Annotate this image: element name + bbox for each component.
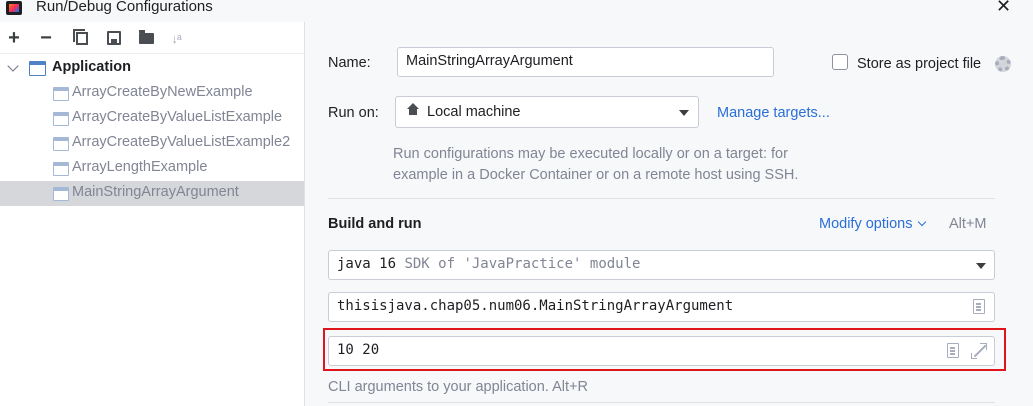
- manage-targets-link[interactable]: Manage targets...: [717, 105, 830, 121]
- tree-root-application[interactable]: Application: [0, 56, 304, 81]
- move-to-folder-button[interactable]: [136, 28, 156, 48]
- sdk-value: java 16 SDK of 'JavaPractice' module: [337, 256, 640, 272]
- highlight-box: [323, 328, 1006, 371]
- config-icon: [53, 187, 69, 201]
- store-as-project-file-checkbox[interactable]: [832, 54, 848, 70]
- config-icon: [53, 137, 69, 151]
- gear-icon[interactable]: [995, 56, 1011, 72]
- name-label: Name:: [328, 55, 371, 71]
- window-title: Run/Debug Configurations: [36, 0, 213, 15]
- browse-class-icon[interactable]: [973, 299, 985, 314]
- tree-item-label: ArrayLengthExample: [72, 159, 208, 175]
- main-class-value: thisisjava.chap05.num06.MainStringArrayA…: [337, 298, 734, 314]
- run-on-hint-line-1: Run configurations may be executed local…: [393, 146, 788, 162]
- minus-icon: −: [40, 26, 52, 49]
- sdk-detail: SDK of 'JavaPractice' module: [404, 256, 641, 272]
- save-icon: [107, 31, 121, 45]
- run-on-label: Run on:: [328, 105, 379, 121]
- tree-item[interactable]: ArrayCreateByValueListExample2: [0, 131, 304, 156]
- tree-root-label: Application: [52, 59, 131, 75]
- divider: [328, 402, 995, 403]
- modify-options-shortcut: Alt+M: [949, 216, 987, 232]
- tree-item[interactable]: ArrayCreateByValueListExample: [0, 106, 304, 131]
- chevron-down-icon: [976, 263, 986, 269]
- folder-icon: [138, 29, 154, 44]
- run-on-dropdown[interactable]: Local machine: [395, 96, 699, 128]
- modify-options-link[interactable]: Modify options: [819, 216, 926, 232]
- sdk-dropdown[interactable]: java 16 SDK of 'JavaPractice' module: [328, 250, 995, 280]
- config-icon: [53, 162, 69, 176]
- store-as-project-file-label[interactable]: Store as project file: [857, 56, 981, 72]
- tree-item[interactable]: ArrayCreateByNewExample: [0, 81, 304, 106]
- name-field[interactable]: MainStringArrayArgument: [397, 47, 774, 77]
- divider: [328, 198, 995, 199]
- config-icon: [53, 112, 69, 126]
- configurations-sidebar: + − ↓ᵃ Application ArrayCreateByNewExamp…: [0, 22, 305, 406]
- add-configuration-button[interactable]: +: [4, 26, 24, 49]
- tree-item-selected[interactable]: MainStringArrayArgument: [0, 181, 304, 206]
- modify-options-label: Modify options: [819, 216, 913, 232]
- copy-configuration-button[interactable]: [72, 28, 92, 48]
- tree-item-label: ArrayCreateByValueListExample2: [72, 134, 291, 150]
- tree-item-label: ArrayCreateByValueListExample: [72, 109, 283, 125]
- tree-item-label: MainStringArrayArgument: [72, 184, 239, 200]
- copy-icon: [73, 28, 88, 45]
- sort-alpha-icon: ↓ᵃ: [171, 30, 181, 46]
- program-arguments-hint: CLI arguments to your application. Alt+R: [328, 379, 588, 395]
- sort-button[interactable]: ↓ᵃ: [166, 28, 186, 48]
- title-bar: Run/Debug Configurations ✕: [0, 0, 1033, 22]
- name-value: MainStringArrayArgument: [406, 53, 573, 69]
- config-icon: [53, 87, 69, 101]
- chevron-down-icon: [917, 217, 926, 227]
- remove-configuration-button[interactable]: −: [36, 26, 56, 49]
- chevron-down-icon: [679, 110, 689, 116]
- build-and-run-title: Build and run: [328, 216, 422, 232]
- chevron-down-icon[interactable]: [7, 62, 19, 74]
- run-on-value: Local machine: [427, 104, 521, 120]
- main-class-field[interactable]: thisisjava.chap05.num06.MainStringArrayA…: [328, 292, 995, 322]
- run-on-hint-line-2: example in a Docker Container or on a re…: [393, 167, 799, 183]
- plus-icon: +: [8, 26, 20, 49]
- save-configuration-button[interactable]: [104, 28, 124, 48]
- application-config-icon: [29, 61, 46, 76]
- configuration-editor: Name: MainStringArrayArgument Store as p…: [306, 22, 1033, 406]
- tree-item-label: ArrayCreateByNewExample: [72, 84, 253, 100]
- tree-item[interactable]: ArrayLengthExample: [0, 156, 304, 181]
- sdk-main: java 16: [337, 256, 397, 272]
- intellij-icon: [6, 1, 22, 15]
- sidebar-toolbar: + − ↓ᵃ: [0, 22, 305, 54]
- home-icon: [406, 103, 420, 115]
- close-icon[interactable]: ✕: [996, 0, 1011, 17]
